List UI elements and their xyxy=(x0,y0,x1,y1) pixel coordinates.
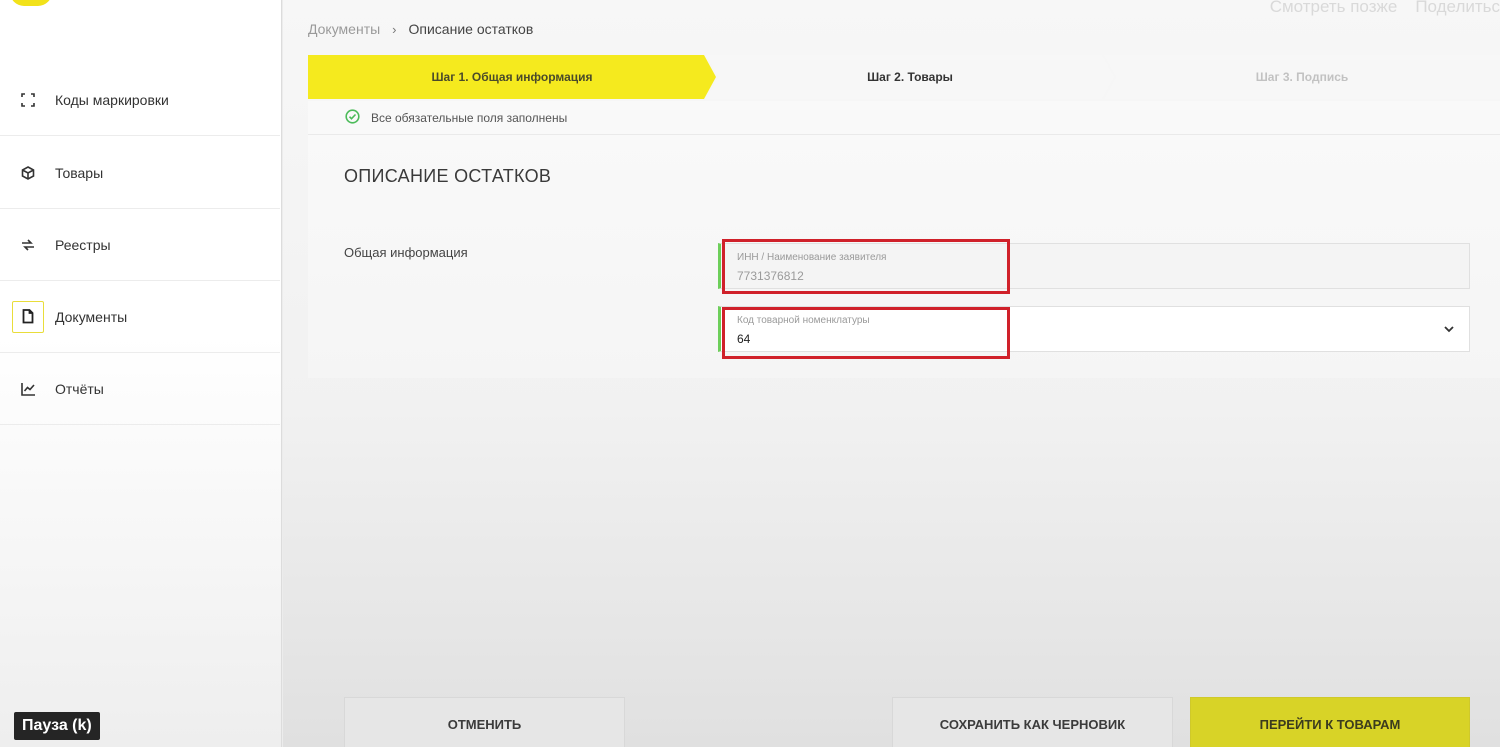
sidebar-item-marking-codes[interactable]: Коды маркировки xyxy=(0,64,280,136)
go-to-goods-button[interactable]: ПЕРЕЙТИ К ТОВАРАМ xyxy=(1190,697,1470,747)
validation-notice: Все обязательные поля заполнены xyxy=(308,101,1500,134)
main-content: Смотреть позже Поделитьс Документы › Опи… xyxy=(283,0,1500,747)
annotation-highlight-code xyxy=(722,307,1010,359)
breadcrumb: Документы › Описание остатков xyxy=(308,21,533,37)
sidebar-item-goods[interactable]: Товары xyxy=(0,137,280,209)
sidebar-item-registries[interactable]: Реестры xyxy=(0,209,280,281)
watch-later-button[interactable]: Смотреть позже xyxy=(1270,0,1398,17)
sidebar-item-label: Товары xyxy=(55,164,104,181)
save-draft-button[interactable]: СОХРАНИТЬ КАК ЧЕРНОВИК xyxy=(892,697,1173,747)
box-icon xyxy=(12,157,44,189)
annotation-highlight-inn xyxy=(722,239,1010,294)
page-title: ОПИСАНИЕ ОСТАТКОВ xyxy=(344,166,552,186)
sidebar-item-label: Коды маркировки xyxy=(55,91,169,108)
step-label: Шаг 1. Общая информация xyxy=(431,70,593,84)
sidebar-item-label: Реестры xyxy=(55,236,111,253)
app-logo[interactable] xyxy=(10,0,52,6)
step-general-info[interactable]: Шаг 1. Общая информация xyxy=(308,55,716,99)
step-label: Шаг 3. Подпись xyxy=(1255,70,1349,84)
line-chart-icon xyxy=(12,373,44,405)
step-label: Шаг 2. Товары xyxy=(867,70,953,84)
check-circle-icon xyxy=(345,109,360,127)
breadcrumb-current: Описание остатков xyxy=(408,21,534,37)
sidebar: Коды маркировки Товары Реестры Документы xyxy=(0,0,282,747)
sidebar-item-reports[interactable]: Отчёты xyxy=(0,353,280,425)
sidebar-item-documents[interactable]: Документы xyxy=(0,281,280,353)
notice-text: Все обязательные поля заполнены xyxy=(371,110,568,125)
stepper: Шаг 1. Общая информация Шаг 2. Товары Ша… xyxy=(308,55,1500,99)
video-overlay-actions: Смотреть позже Поделитьс xyxy=(1270,0,1500,17)
chevron-right-icon: › xyxy=(392,21,397,37)
pause-hint-tooltip: Пауза (k) xyxy=(14,712,100,740)
step-signature: Шаг 3. Подпись xyxy=(1104,55,1500,99)
section-label: Общая информация xyxy=(344,245,468,260)
cancel-button[interactable]: ОТМЕНИТЬ xyxy=(344,697,625,747)
sidebar-item-label: Отчёты xyxy=(55,380,104,397)
transfer-arrows-icon xyxy=(12,229,44,261)
scan-frame-icon xyxy=(12,84,44,116)
share-button[interactable]: Поделитьс xyxy=(1415,0,1500,17)
document-icon xyxy=(12,300,44,333)
chevron-down-icon[interactable] xyxy=(1443,322,1455,340)
step-goods[interactable]: Шаг 2. Товары xyxy=(706,55,1114,99)
breadcrumb-documents-link[interactable]: Документы xyxy=(308,21,380,37)
form-card: ОПИСАНИЕ ОСТАТКОВ Общая информация ИНН /… xyxy=(308,134,1500,378)
sidebar-item-label: Документы xyxy=(55,308,128,325)
